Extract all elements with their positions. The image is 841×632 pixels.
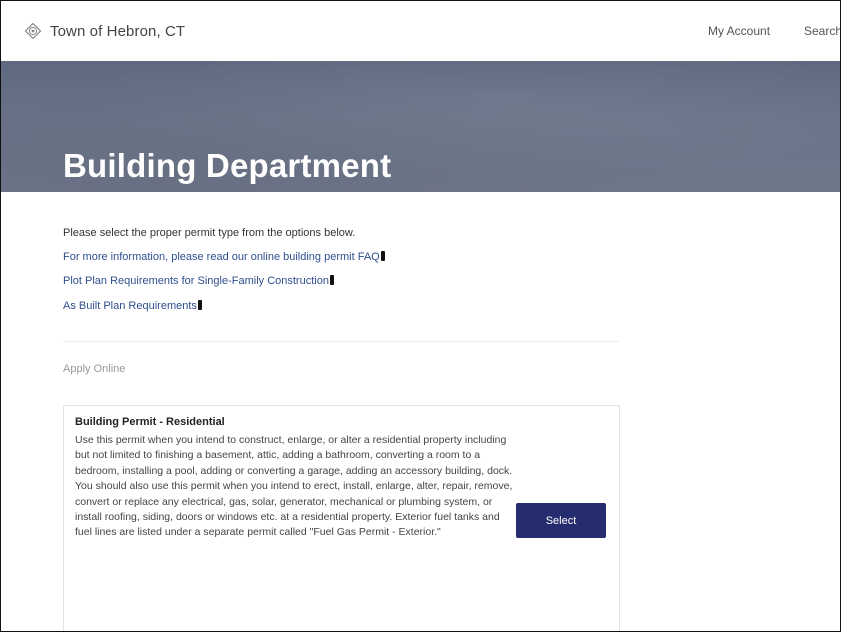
building-permit-faq-link[interactable]: For more information, please read our on… xyxy=(63,251,380,263)
permit-title: Building Permit - Residential xyxy=(75,416,225,428)
page: Town of Hebron, CT My Account Search Bui… xyxy=(0,0,841,632)
as-built-plan-requirements-link[interactable]: As Built Plan Requirements xyxy=(63,300,197,312)
site-name-link[interactable]: Town of Hebron, CT xyxy=(50,23,185,40)
town-seal-icon[interactable] xyxy=(25,23,41,39)
external-link-icon xyxy=(329,275,334,285)
external-link-icon xyxy=(380,251,385,261)
search-link[interactable]: Search xyxy=(804,24,840,38)
external-link-icon xyxy=(197,300,202,310)
top-navigation-bar: Town of Hebron, CT My Account Search xyxy=(1,1,840,61)
permit-card-building-residential: Building Permit - Residential Use this p… xyxy=(63,405,620,631)
permit-description: Use this permit when you intend to const… xyxy=(75,434,513,539)
permit-instruction-text: Please select the proper permit type fro… xyxy=(63,227,356,239)
my-account-link[interactable]: My Account xyxy=(708,24,770,38)
section-divider xyxy=(63,341,619,342)
apply-online-heading: Apply Online xyxy=(63,363,126,375)
plot-plan-requirements-link[interactable]: Plot Plan Requirements for Single-Family… xyxy=(63,275,329,287)
hero-banner: Building Department xyxy=(1,61,840,192)
plot-plan-link-row[interactable]: Plot Plan Requirements for Single-Family… xyxy=(63,274,334,288)
faq-link-row[interactable]: For more information, please read our on… xyxy=(63,250,385,264)
select-permit-button[interactable]: Select xyxy=(516,503,606,538)
page-title: Building Department xyxy=(63,147,392,184)
as-built-link-row[interactable]: As Built Plan Requirements xyxy=(63,299,202,313)
